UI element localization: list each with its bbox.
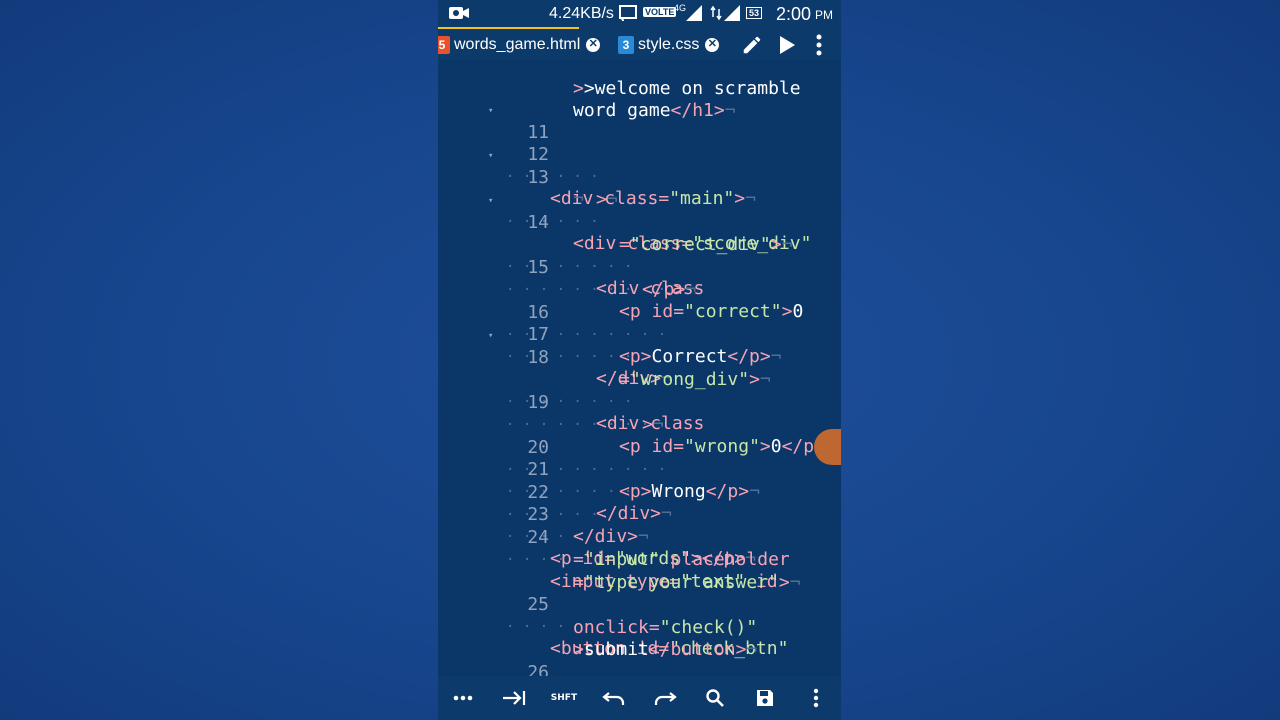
- more-vertical-icon[interactable]: [796, 678, 836, 718]
- line-number: 15: [527, 257, 550, 278]
- code-line: 27 · · · · </div>¬: [438, 662, 503, 676]
- code-line: >¬: [642, 414, 664, 435]
- close-icon[interactable]: ✕: [705, 37, 720, 52]
- save-icon[interactable]: [745, 678, 785, 718]
- code-line: onclick="check()": [573, 617, 758, 638]
- code-text: >welcome on scramble: [583, 78, 801, 99]
- tab-label: words_game.html: [454, 35, 581, 53]
- line-number: 25: [527, 594, 550, 615]
- code-line: ="wrong_div">¬: [619, 369, 771, 390]
- code-line: ="correct_div">¬: [619, 234, 793, 255]
- code-line: >¬: [596, 189, 618, 210]
- code-line: ="input" placeholder: [573, 549, 790, 570]
- tab-style-css[interactable]: 3 style.css ✕: [618, 29, 720, 60]
- shift-button[interactable]: SHFT: [544, 678, 584, 718]
- network-type: 4G: [674, 3, 687, 13]
- touch-indicator: [814, 429, 841, 465]
- redo-icon[interactable]: [645, 678, 685, 718]
- code-line: 25 · · · · <button id="check_btn": [438, 572, 788, 659]
- battery-level: 53: [746, 7, 763, 19]
- line-number: 16: [527, 302, 550, 323]
- code-line: 17 · · · · · · · · </div>¬: [438, 302, 672, 389]
- network-speed: 4.24KB/s: [549, 5, 614, 22]
- fold-arrow-icon[interactable]: ▾: [488, 145, 493, 167]
- code-line: 15 · · · · · · · · · · <p id="correct">0: [438, 235, 803, 322]
- line-number: 26: [527, 662, 550, 676]
- data-arrows-icon: [710, 5, 722, 26]
- status-bar: 4.24KB/s VOLTE 4G 53 2:00 PM: [438, 0, 841, 29]
- code-line: 12 · · · · · · ¬: [438, 122, 599, 209]
- code-line: 24 · · · · <input type="text" id: [438, 505, 778, 592]
- code-line: 14 ▾ · · · · · · · · <div class: [438, 190, 704, 299]
- code-line: 21 · · · · · · · · </div>¬: [438, 437, 672, 524]
- line-number: 24: [527, 527, 550, 548]
- tab-words-game-html[interactable]: 5 words_game.html ✕: [438, 29, 601, 60]
- signal-icon: [686, 5, 704, 26]
- code-line: ="type your answer">¬: [573, 572, 801, 593]
- code-line: 20 · · · · · · · · · · <p>Wrong</p>¬: [438, 415, 760, 502]
- code-editor[interactable]: >>welcome on scramble word game</h1>¬ 11…: [438, 60, 841, 676]
- code-line: 19 · · · · · · · · · · <p id="wrong">0</…: [438, 370, 814, 457]
- line-number: 17: [527, 324, 550, 345]
- close-icon[interactable]: ✕: [586, 37, 601, 52]
- tab-key-icon[interactable]: [494, 678, 534, 718]
- line-number: 13: [527, 167, 550, 188]
- cast-icon: [619, 5, 637, 26]
- code-line: word game</h1>¬: [573, 100, 736, 121]
- line-number: 12: [527, 144, 550, 165]
- bottom-toolbar: SHFT: [438, 676, 841, 720]
- clock-time: 2:00: [776, 4, 812, 24]
- code-line: 16 · · · · · · · · · · <p>Correct</p>¬: [438, 280, 782, 367]
- clock-ampm: PM: [815, 8, 833, 22]
- code-line: 26 · · · · ¬: [438, 640, 549, 676]
- code-line: >submit</button>¬: [573, 639, 758, 660]
- code-line: 11 ▾ · · · · <div class="main">¬: [438, 100, 756, 209]
- undo-icon[interactable]: [594, 678, 634, 718]
- volte-badge: VOLTE: [643, 7, 677, 17]
- line-number: 21: [527, 459, 550, 480]
- play-icon[interactable]: [775, 29, 799, 60]
- code-line: 22 · · · · · · </div>¬: [438, 460, 649, 547]
- line-number: 18: [527, 347, 550, 368]
- line-number: 19: [527, 392, 550, 413]
- code-line: 18 ▾ · · · · · · · · <div class: [438, 325, 704, 434]
- fold-arrow-icon[interactable]: ▾: [488, 325, 493, 347]
- line-number: 23: [527, 504, 550, 525]
- code-line: </p>¬: [642, 279, 697, 300]
- search-icon[interactable]: [695, 678, 735, 718]
- line-number: 11: [527, 122, 550, 143]
- file-tab-bar: 5 words_game.html ✕ 3 style.css ✕: [438, 29, 841, 60]
- line-number: 20: [527, 437, 550, 458]
- code-line: >>welcome on scramble: [573, 78, 801, 99]
- more-horizontal-icon[interactable]: [443, 678, 483, 718]
- fold-arrow-icon[interactable]: ▾: [488, 190, 493, 212]
- code-line: 13 ▾ · · · · · · <div class="score_div": [438, 145, 811, 254]
- html5-icon: 5: [438, 35, 450, 54]
- more-vertical-icon[interactable]: [810, 29, 828, 60]
- video-record-icon: [448, 5, 470, 26]
- signal-icon-2: [724, 5, 742, 26]
- pencil-icon[interactable]: [738, 29, 766, 60]
- css3-icon: 3: [618, 35, 634, 54]
- line-number: 22: [527, 482, 550, 503]
- phone-screen: 4.24KB/s VOLTE 4G 53 2:00 PM 5 words_gam…: [438, 0, 841, 720]
- tab-label: style.css: [638, 35, 700, 53]
- fold-arrow-icon[interactable]: ▾: [488, 100, 493, 122]
- line-number: 14: [527, 212, 550, 233]
- code-line: 23 · · · · <p id="words"></p>¬: [438, 482, 756, 569]
